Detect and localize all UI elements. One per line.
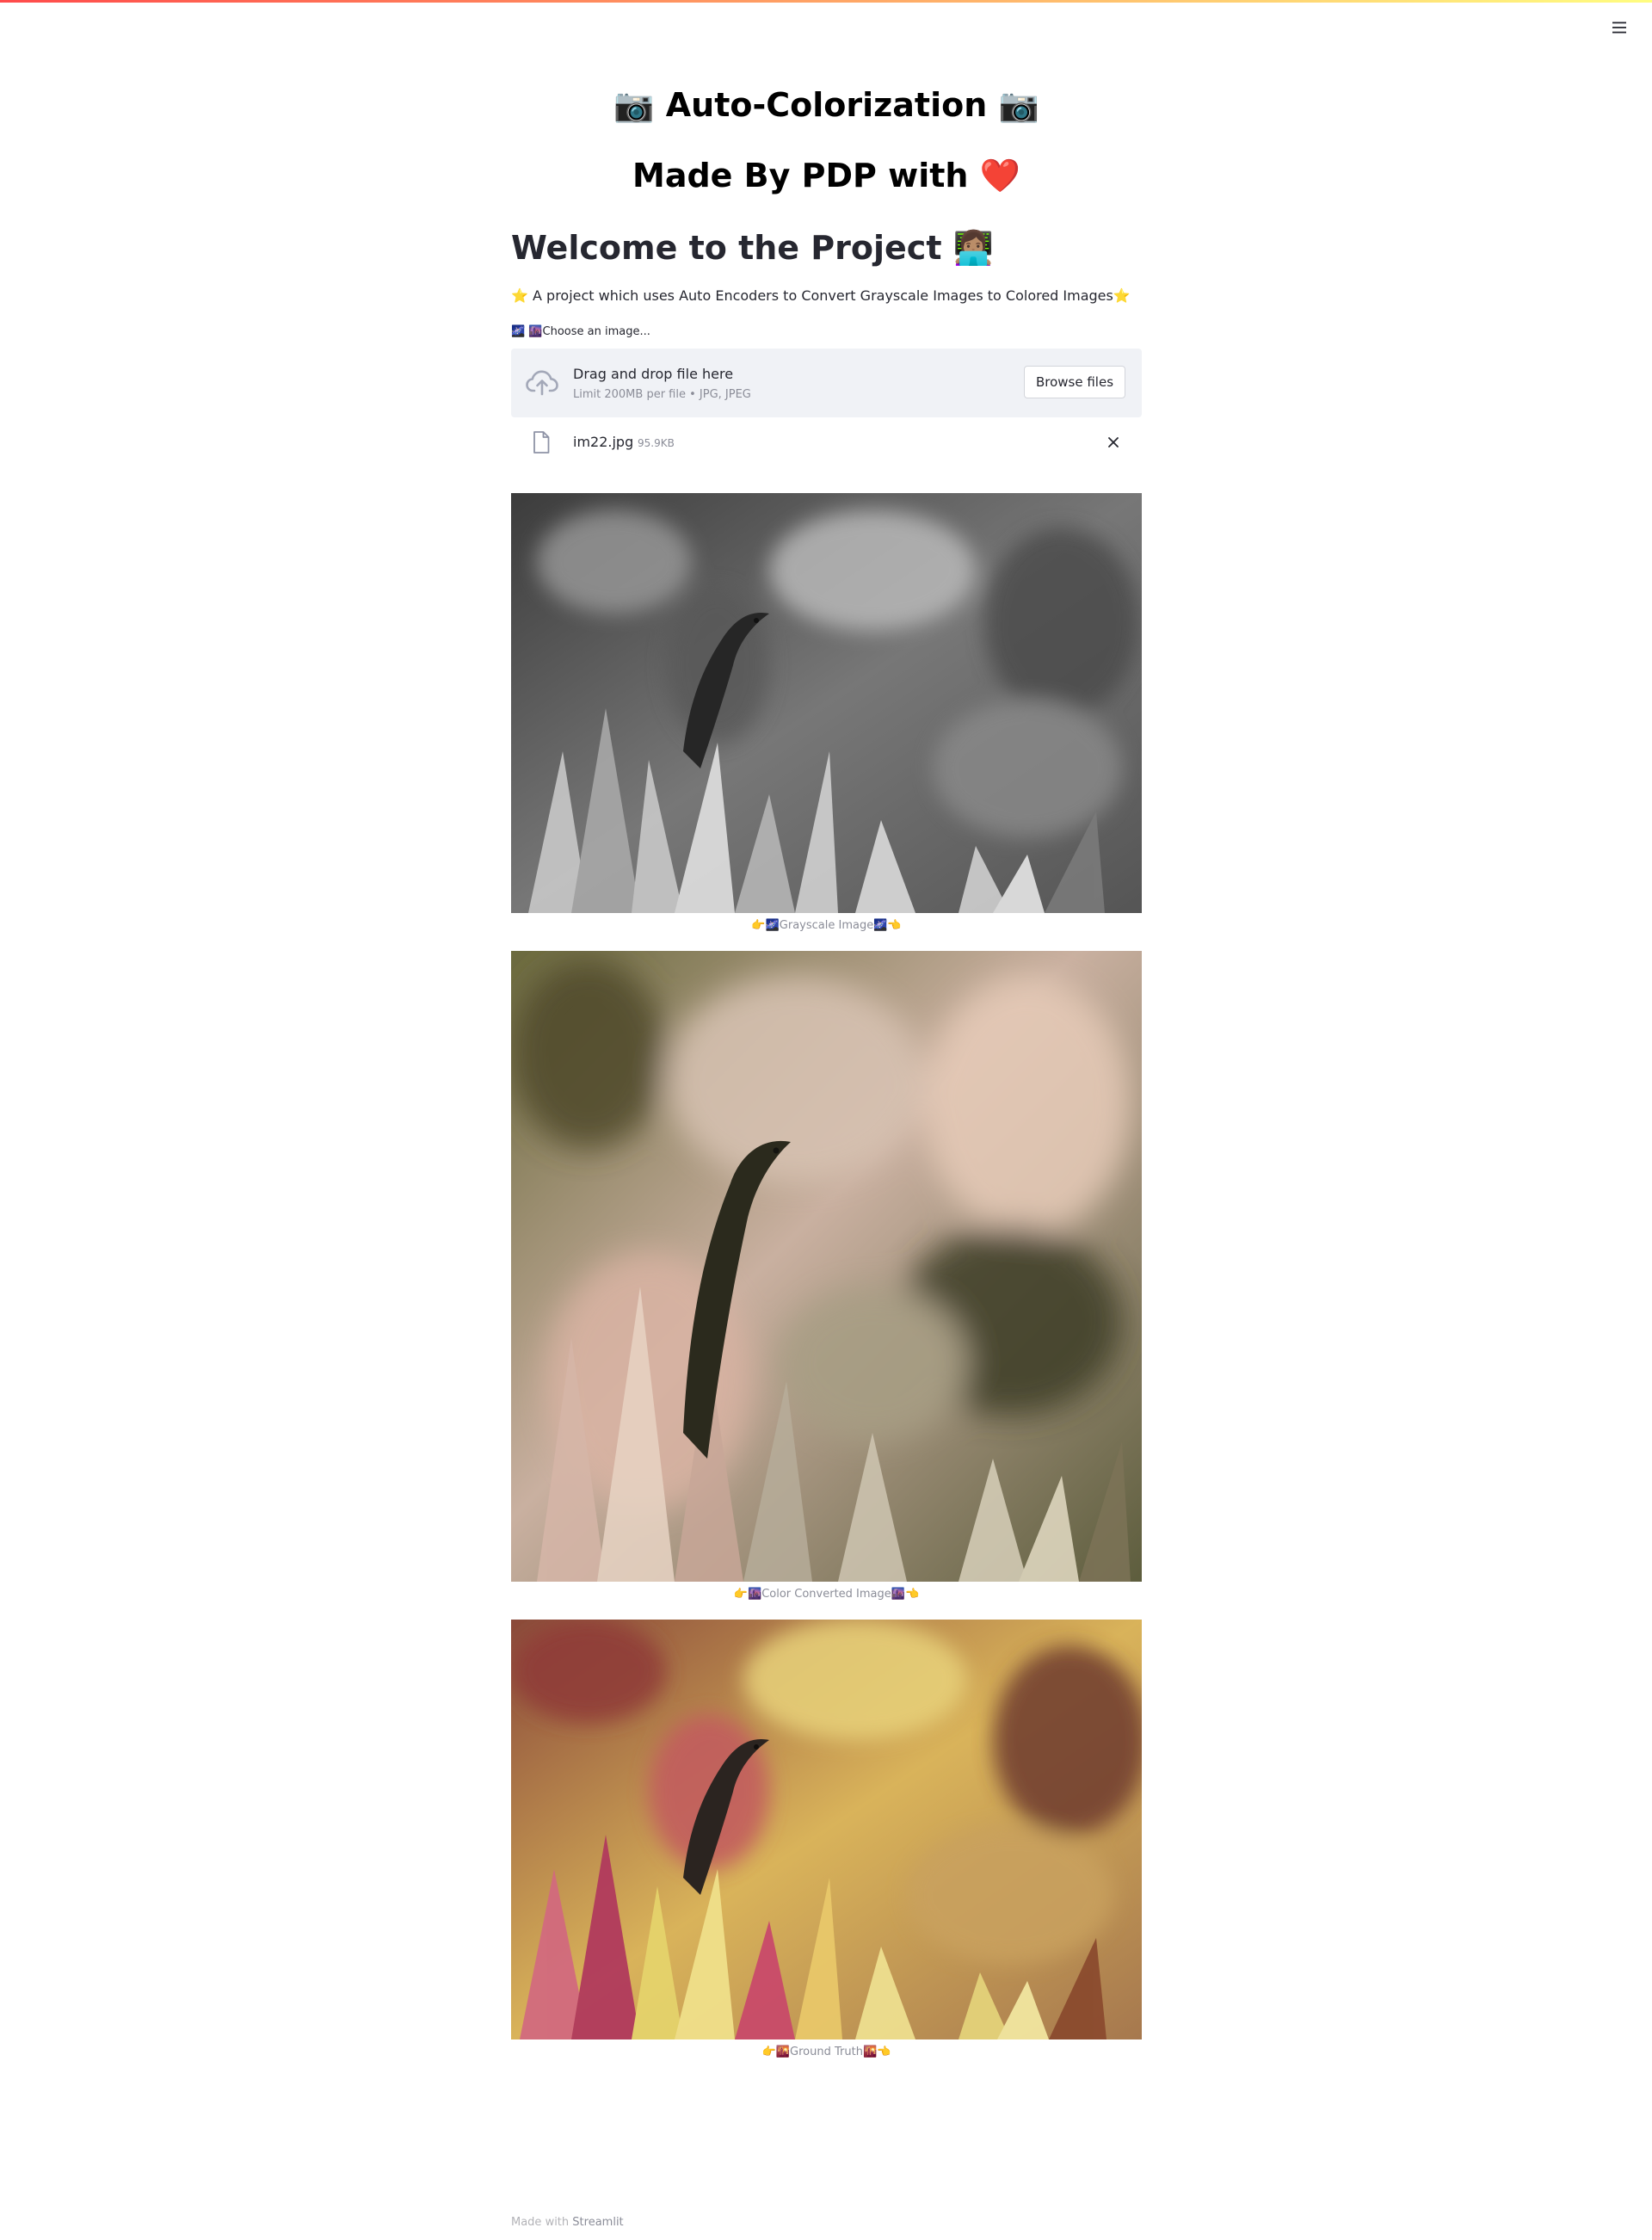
ground-truth-image <box>511 1620 1142 2039</box>
uploaded-file-name: im22.jpg <box>573 434 634 450</box>
colorized-image <box>511 951 1142 1582</box>
main-menu-button[interactable] <box>1607 15 1631 40</box>
welcome-heading: Welcome to the Project 👩🏽‍💻 <box>511 229 995 267</box>
file-icon <box>533 431 550 454</box>
hamburger-icon <box>1612 22 1626 34</box>
close-icon <box>1108 437 1119 447</box>
dropzone-limit: Limit 200MB per file • JPG, JPEG <box>573 388 751 401</box>
colorized-image-block: 👉🌆Color Converted Image🌆👈 <box>511 951 1142 1601</box>
footer-prefix: Made with <box>511 2216 570 2229</box>
footer: Made with Streamlit <box>511 2216 624 2229</box>
app-subtitle: Made By PDP with ❤️ <box>632 157 1020 194</box>
uploaded-file-row: im22.jpg 95.9KB <box>511 423 1142 461</box>
top-decoration-bar <box>0 0 1652 3</box>
grayscale-image <box>511 493 1142 913</box>
uploaded-file-size: 95.9KB <box>638 437 675 449</box>
file-dropzone[interactable]: Drag and drop file here Limit 200MB per … <box>511 349 1142 417</box>
project-description: ⭐ A project which uses Auto Encoders to … <box>511 287 1131 304</box>
remove-file-button[interactable] <box>1103 432 1124 453</box>
browse-files-button[interactable]: Browse files <box>1024 366 1125 398</box>
app-title: 📷 Auto-Colorization 📷 <box>613 86 1039 124</box>
ground-truth-image-block: 👉🌇Ground Truth🌇👈 <box>511 1620 1142 2058</box>
grayscale-image-block: 👉🌌Grayscale Image🌌👈 <box>511 493 1142 932</box>
colorized-caption: 👉🌆Color Converted Image🌆👈 <box>733 1588 920 1601</box>
dropzone-title: Drag and drop file here <box>573 366 734 382</box>
uploader-label: 🌌 🌆Choose an image... <box>511 325 650 338</box>
grayscale-caption: 👉🌌Grayscale Image🌌👈 <box>751 919 902 932</box>
cloud-upload-icon <box>526 370 558 396</box>
ground-truth-caption: 👉🌇Ground Truth🌇👈 <box>761 2046 891 2058</box>
streamlit-link[interactable]: Streamlit <box>572 2216 623 2229</box>
